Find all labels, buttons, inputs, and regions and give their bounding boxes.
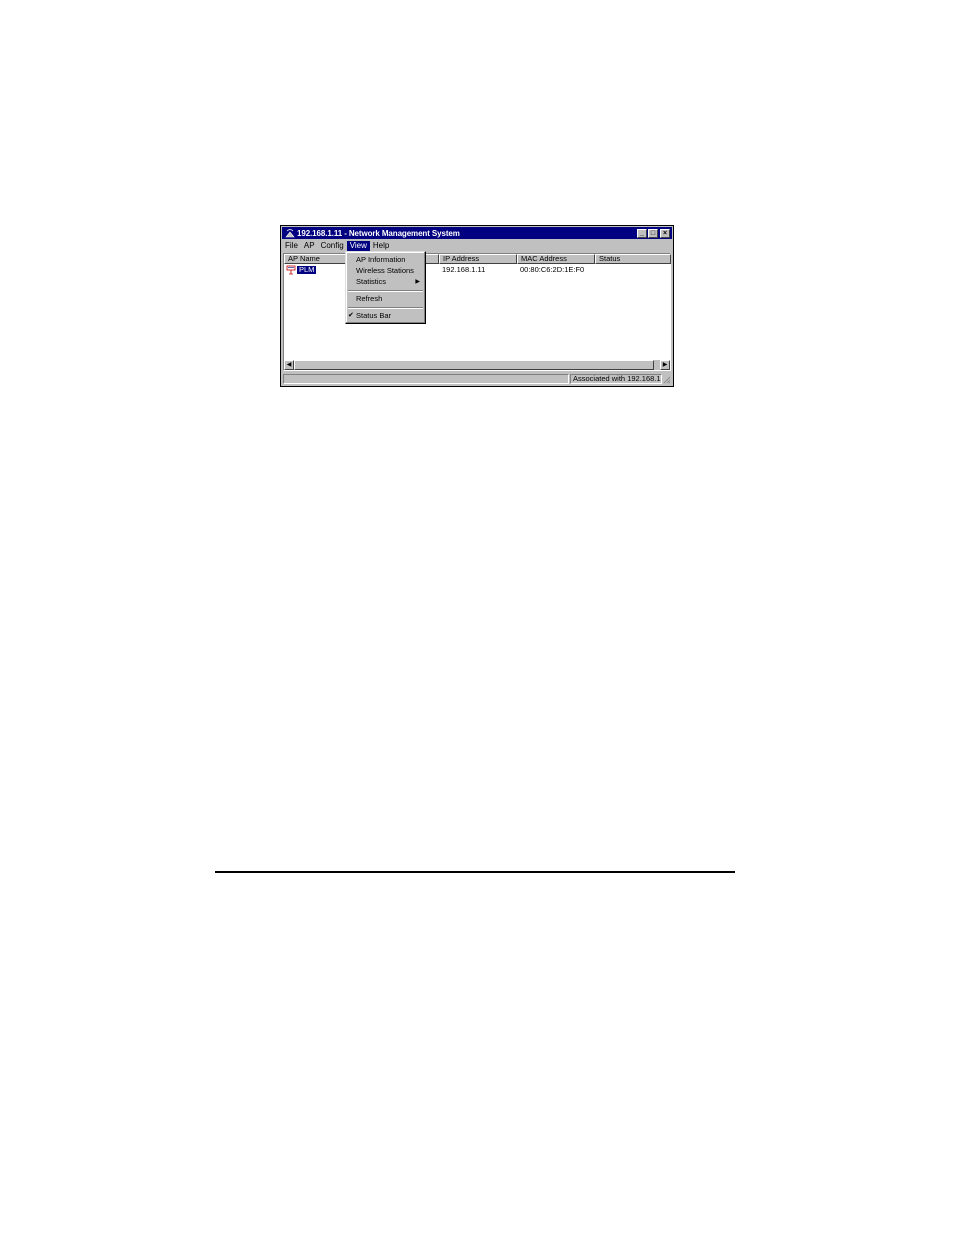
access-point-icon (286, 265, 296, 275)
status-pane-empty (283, 374, 569, 384)
menu-view[interactable]: View (346, 240, 370, 251)
menu-bar: File AP Config View Help (282, 240, 672, 251)
view-menu-dropdown: AP Information Wireless Stations Statist… (345, 251, 426, 324)
menu-item-status-bar[interactable]: Status Bar (356, 311, 391, 321)
submenu-arrow-icon: ▶ (415, 279, 420, 285)
status-bar: Associated with 192.168.1. (282, 373, 672, 385)
column-header-status[interactable]: Status (595, 254, 671, 264)
ap-name-cell[interactable]: PLM (297, 266, 317, 274)
app-window: 192.168.1.11 - Network Management System… (280, 225, 674, 387)
resize-grip-icon[interactable] (663, 376, 671, 384)
menu-item-refresh[interactable]: Refresh (356, 294, 382, 304)
maximize-button[interactable]: □ (648, 228, 658, 238)
menu-file[interactable]: File (282, 241, 301, 251)
menu-help[interactable]: Help (370, 241, 392, 251)
window-title: 192.168.1.11 - Network Management System (297, 228, 460, 238)
column-header-mac-address[interactable]: MAC Address (517, 254, 595, 264)
menu-separator (348, 307, 423, 309)
menu-separator (348, 290, 423, 292)
page-divider-rule (215, 871, 735, 873)
close-button[interactable]: × (660, 228, 670, 238)
menu-item-statistics[interactable]: Statistics (356, 277, 386, 287)
menu-config[interactable]: Config (318, 241, 347, 251)
scroll-right-button[interactable]: ▶ (660, 360, 670, 370)
ap-list-view[interactable]: AP Name IP Address MAC Address Status PL… (283, 253, 671, 371)
mac-address-cell: 00:80:C6:2D:1E:F0 (520, 265, 585, 274)
network-app-icon (285, 229, 295, 238)
column-header-ip-address[interactable]: IP Address (439, 254, 517, 264)
table-row[interactable]: PLM 192.168.1.11 00:80:C6:2D:1E:F0 (284, 265, 670, 275)
scroll-thumb[interactable] (294, 360, 654, 370)
scroll-left-button[interactable]: ◀ (284, 360, 294, 370)
minimize-button[interactable]: _ (637, 228, 647, 238)
menu-item-ap-information[interactable]: AP Information (356, 255, 405, 265)
horizontal-scrollbar[interactable]: ◀ ▶ (284, 360, 670, 370)
menu-item-wireless-stations[interactable]: Wireless Stations (356, 266, 414, 276)
ip-address-cell: 192.168.1.11 (442, 265, 486, 274)
menu-ap[interactable]: AP (301, 241, 318, 251)
checkmark-icon: ✔ (348, 312, 354, 319)
status-text: Associated with 192.168.1. (570, 374, 662, 384)
title-bar[interactable]: 192.168.1.11 - Network Management System… (282, 227, 672, 239)
